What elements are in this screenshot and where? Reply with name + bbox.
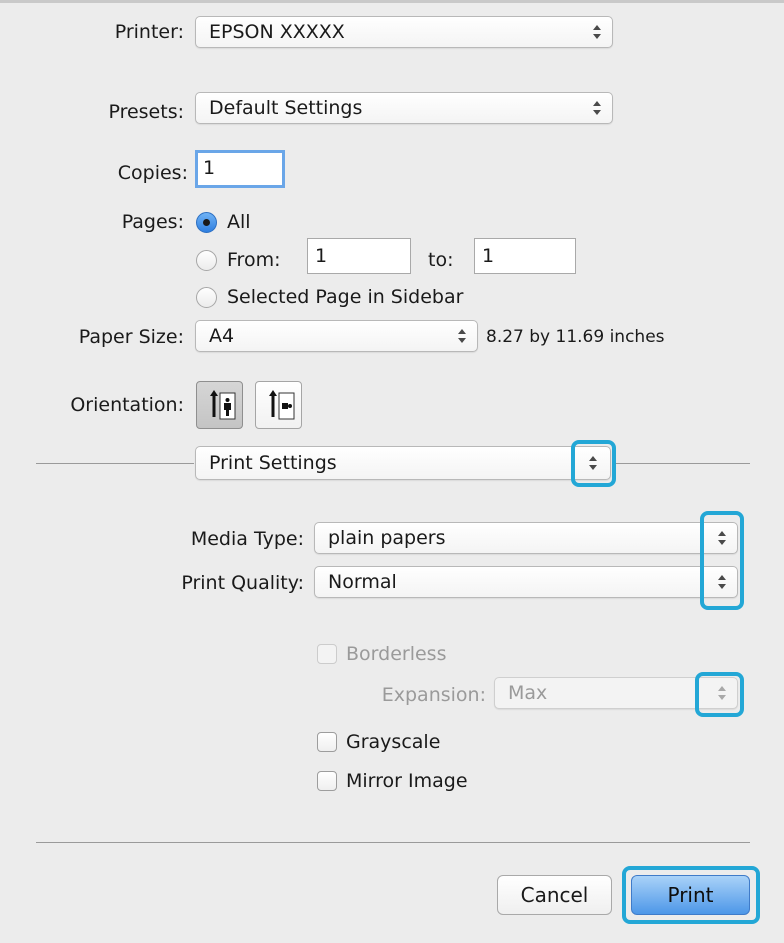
paper-size-popup[interactable]: A4: [195, 320, 478, 352]
printer-label: Printer:: [114, 21, 184, 43]
print-dialog: Printer: EPSON XXXXX Presets: Default Se…: [0, 0, 784, 943]
updown-arrows-icon: [448, 322, 476, 350]
pages-from-label: From:: [227, 249, 281, 271]
borderless-checkbox[interactable]: [317, 644, 337, 664]
mirror-image-label: Mirror Image: [346, 770, 468, 792]
pages-to-label: to:: [428, 249, 454, 271]
paper-size-label: Paper Size:: [78, 326, 184, 348]
pages-all-radio[interactable]: [196, 212, 217, 233]
highlight-media-quality-arrows: [700, 511, 744, 610]
pages-selected-label: Selected Page in Sidebar: [227, 286, 464, 308]
updown-arrows-icon: [583, 94, 611, 122]
media-type-popup[interactable]: plain papers: [314, 522, 738, 554]
printer-popup[interactable]: EPSON XXXXX: [195, 16, 613, 48]
printer-value: EPSON XXXXX: [209, 21, 345, 43]
highlight-section-arrows: [571, 440, 616, 487]
grayscale-label: Grayscale: [346, 731, 441, 753]
orientation-label: Orientation:: [70, 394, 184, 416]
updown-arrows-icon: [583, 18, 611, 46]
section-popup[interactable]: Print Settings: [195, 446, 611, 480]
borderless-label: Borderless: [346, 643, 447, 665]
landscape-orientation-button[interactable]: [255, 381, 302, 429]
expansion-label: Expansion:: [381, 684, 486, 706]
dialog-top-border: [0, 0, 784, 3]
separator-left: [36, 463, 194, 464]
paper-dimensions: 8.27 by 11.69 inches: [486, 327, 665, 347]
media-type-label: Media Type:: [190, 528, 304, 550]
pages-selected-radio[interactable]: [196, 287, 217, 308]
bottom-separator: [36, 842, 750, 843]
print-quality-value: Normal: [328, 571, 397, 593]
separator-right: [614, 463, 750, 464]
copies-label: Copies:: [117, 162, 188, 184]
pages-from-radio[interactable]: [196, 250, 217, 271]
grayscale-checkbox[interactable]: [317, 732, 337, 752]
presets-popup[interactable]: Default Settings: [195, 92, 613, 124]
portrait-orientation-button[interactable]: [196, 381, 243, 429]
media-type-value: plain papers: [328, 527, 446, 549]
pages-all-label: All: [227, 211, 251, 233]
highlight-print-button: [622, 866, 760, 924]
print-quality-popup[interactable]: Normal: [314, 566, 738, 598]
pages-label: Pages:: [121, 211, 184, 233]
presets-label: Presets:: [108, 101, 184, 123]
paper-size-value: A4: [209, 325, 235, 347]
print-quality-label: Print Quality:: [181, 572, 304, 594]
presets-value: Default Settings: [209, 97, 363, 119]
section-popup-value: Print Settings: [209, 452, 337, 474]
highlight-expansion-arrows: [695, 672, 744, 717]
pages-from-input[interactable]: 1: [307, 238, 411, 274]
landscape-orientation-icon: [269, 390, 295, 420]
pages-to-input[interactable]: 1: [474, 238, 576, 274]
cancel-button[interactable]: Cancel: [497, 875, 612, 915]
portrait-orientation-icon: [210, 390, 236, 420]
copies-input[interactable]: 1: [195, 150, 285, 188]
mirror-image-checkbox[interactable]: [317, 771, 337, 791]
expansion-value: Max: [508, 682, 548, 704]
